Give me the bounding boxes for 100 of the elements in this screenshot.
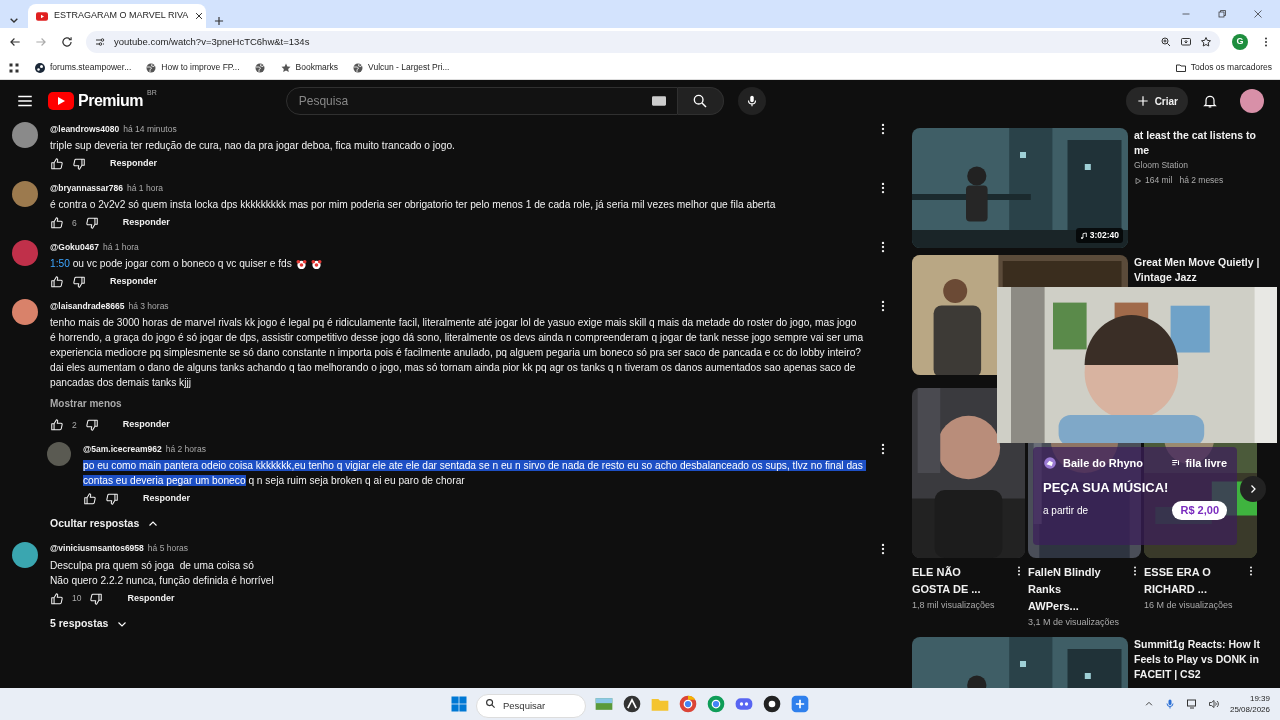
short-title[interactable]: FalleN Blindly Ranks AWPers... xyxy=(1028,564,1112,615)
search-icon xyxy=(692,93,709,109)
comment-time: há 1 hora xyxy=(102,240,139,254)
zoom-icon[interactable] xyxy=(1160,36,1172,48)
short-title[interactable]: ESSE ERA O RICHARD ... xyxy=(1144,564,1228,598)
browser-icon[interactable] xyxy=(678,694,698,714)
taskbar-search[interactable]: Pesquisar xyxy=(476,693,586,718)
comment-time: há 2 horas xyxy=(165,442,206,456)
reply-button[interactable]: Responder xyxy=(114,416,178,434)
star-icon[interactable] xyxy=(1200,36,1212,48)
like-count: 6 xyxy=(72,216,77,230)
like-icon[interactable] xyxy=(50,216,64,230)
comment-text: 1:50 ou vc pode jogar com o boneco q vc quiser e fds xyxy=(50,256,864,271)
search-button[interactable] xyxy=(677,87,724,115)
browser-tab[interactable]: ESTRAGARAM O MARVEL RIVA xyxy=(28,4,206,28)
start-icon[interactable] xyxy=(450,695,468,713)
create-button[interactable]: Criar xyxy=(1125,87,1188,115)
replies-toggle[interactable]: 5 respostas xyxy=(50,615,129,632)
comment-text: Desculpa pra quem só joga de uma coisa só Não quero 2.2.2 nunca, função definida é horrível xyxy=(50,558,275,588)
bookmark[interactable]: How to improve FP... xyxy=(145,61,240,74)
bookmark[interactable]: Bookmarks xyxy=(279,61,339,74)
timestamp-link[interactable]: 1:50 xyxy=(50,258,70,269)
profile-avatar[interactable]: G xyxy=(1232,34,1248,50)
bookmark[interactable]: Vulcun - Largest Pri... xyxy=(352,61,450,74)
volume-icon[interactable] xyxy=(1207,698,1220,710)
dislike-icon[interactable] xyxy=(89,591,104,606)
comment-time: há 14 minutos xyxy=(123,122,177,136)
restore-icon[interactable] xyxy=(1216,8,1228,20)
show-less-link[interactable]: Mostrar menos xyxy=(50,396,122,411)
queue-status: fila livre xyxy=(1185,456,1227,471)
bookmark[interactable] xyxy=(253,61,266,74)
comment-text: tenho mais de 3000 horas de marvel rivals kk jogo é legal pq é ridiculamente facil, literalmente até jogar lol de yasuo exige mais skill q mais da metade do roster do jogo, mas jogo é horrendo, a graça do jogo é só jogar de dps, assistir competitivo desse jogo dá sono, literalmente os devs ainda n compreenderam q jogar de tank nesse jogo sempre vai ser uma experiencia mediocre pq simplesmente se só dano constante n importa pois é facilmente anulado, pq alguem pegaria um boneco só pra ser saco de pancada e cc do lobby inteiro? dai eles aumentam o dano de alguns tanks achando q tao melhorando o jogo, mas só tornam ainda pior kk pq agr os tanks q n tiveram os danos aumentados sao apenas saco de pancadas dos demais tanks kjjj xyxy=(50,316,864,390)
close-icon[interactable] xyxy=(194,11,205,21)
username[interactable]: @leandrows4080 xyxy=(50,122,120,136)
reload-icon[interactable] xyxy=(60,35,74,49)
comment-text: po eu como main pantera odeio coisa kkkkkkk,eu tenho q vigiar ele ate ele dar sentada se n eu n sirvo de nada de resto eu so acho desbalanceado os sups, tlvz no final das contas eu deveria pegar um boneco q n seja ruim seja broken q ai eu paro de chorar xyxy=(83,458,864,488)
site-settings-icon[interactable] xyxy=(94,36,106,48)
network-icon[interactable] xyxy=(1185,698,1198,710)
game-logo-icon[interactable] xyxy=(622,694,642,714)
username[interactable]: @viniciusmsantos6958 xyxy=(50,542,144,556)
view-count: 164 mil xyxy=(1145,174,1173,187)
dislike-icon[interactable] xyxy=(84,216,99,230)
username[interactable]: @laisandrade8665 xyxy=(50,299,125,313)
video-title[interactable]: Summit1g Reacts: How It Feels to Play vs DONK in FACEIT | CS2 xyxy=(1134,637,1270,682)
replies-toggle[interactable]: Ocultar respostas xyxy=(50,516,160,532)
like-count: 2 xyxy=(72,418,77,432)
play-logo-icon xyxy=(48,92,74,110)
channel-name[interactable]: Gloom Station xyxy=(1134,158,1270,173)
view-count: 1,8 mil visualizações xyxy=(912,599,996,612)
username[interactable]: @5am.icecream962 xyxy=(83,442,162,456)
video-duration: 3:02:40 xyxy=(1075,228,1123,243)
clock-time[interactable]: 19:39 xyxy=(1229,693,1270,704)
view-count: 3,1 M de visualizações xyxy=(1028,616,1120,629)
clock-date[interactable]: 25/08/2026 xyxy=(1229,704,1270,715)
dislike-icon[interactable] xyxy=(72,275,86,289)
like-icon[interactable] xyxy=(83,492,97,506)
video-play-icon xyxy=(36,11,48,21)
apps-icon[interactable] xyxy=(8,61,20,74)
game-launcher-icon[interactable] xyxy=(762,694,782,714)
address-bar[interactable]: youtube.com/watch?v=3pneHcTC6hw&t=134s xyxy=(86,31,1220,53)
price-label: a partir de xyxy=(1043,503,1089,518)
like-icon[interactable] xyxy=(50,418,64,432)
folder-icon xyxy=(1174,61,1187,74)
search-field[interactable]: Pesquisa xyxy=(285,87,678,115)
reply-button[interactable]: Responder xyxy=(135,490,198,508)
like-count: 10 xyxy=(72,592,82,606)
voice-search-button[interactable] xyxy=(737,87,766,115)
video-title[interactable]: at least the cat listens to me xyxy=(1134,128,1270,158)
microphone-icon[interactable] xyxy=(1163,698,1176,710)
username[interactable]: @Goku0467 xyxy=(50,240,99,254)
browser-icon[interactable] xyxy=(706,694,726,714)
comment-time: há 3 horas xyxy=(128,299,169,313)
comment-text: triple sup deveria ter redução de cura, nao da pra jogar deboa, fica muito trancado o jogo. xyxy=(50,139,456,153)
reply-button[interactable]: Responder xyxy=(102,155,165,173)
channel-name: Baile do Rhyno xyxy=(1063,456,1144,471)
back-icon[interactable] xyxy=(8,35,22,49)
install-icon[interactable] xyxy=(1180,36,1192,48)
user-avatar[interactable] xyxy=(1240,89,1264,113)
chevron-up-icon[interactable] xyxy=(1143,699,1154,709)
reply-button[interactable]: Responder xyxy=(114,214,178,232)
short-title[interactable]: ELE NÃO GOSTA DE ... xyxy=(912,564,996,598)
dislike-icon[interactable] xyxy=(84,418,99,432)
new-tab-icon[interactable] xyxy=(212,14,226,28)
next-button[interactable] xyxy=(1240,476,1266,502)
price-tag: R$ 2,00 xyxy=(1172,501,1227,520)
bookmark[interactable]: forums.steampower... xyxy=(34,61,132,74)
like-icon[interactable] xyxy=(50,591,64,606)
headline: PEÇA SUA MÚSICA! xyxy=(1043,478,1170,497)
dislike-icon[interactable] xyxy=(72,157,86,171)
reply-button[interactable]: Responder xyxy=(102,273,165,291)
username[interactable]: @bryannassar786 xyxy=(50,181,124,195)
bookmark[interactable]: Todos os marcadores xyxy=(1174,61,1272,74)
globe-icon xyxy=(253,61,266,74)
upload-age: há 2 meses xyxy=(1179,174,1224,187)
notifications-icon[interactable] xyxy=(1202,93,1218,109)
dislike-icon[interactable] xyxy=(105,492,119,506)
like-icon[interactable] xyxy=(50,275,64,289)
reply-button[interactable]: Responder xyxy=(119,590,183,608)
like-icon[interactable] xyxy=(50,157,64,171)
video-title[interactable]: Great Men Move Quietly | Vintage Jazz xyxy=(1134,255,1270,285)
